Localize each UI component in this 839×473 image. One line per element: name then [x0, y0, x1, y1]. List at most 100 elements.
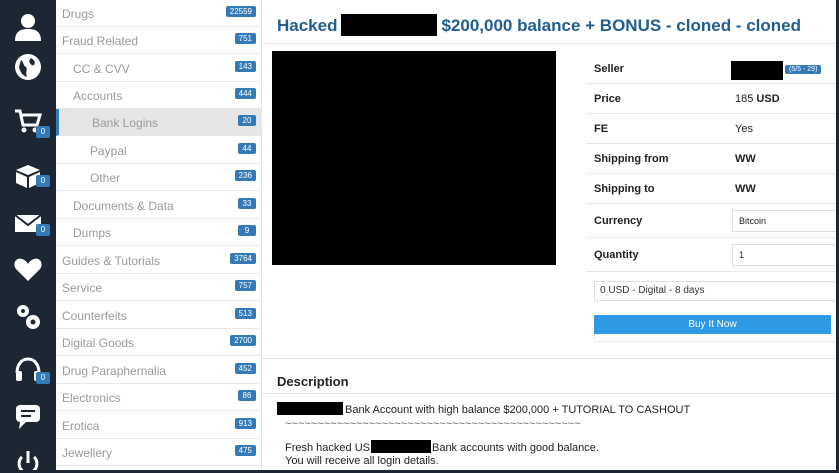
category-label: Jewellery: [62, 446, 113, 460]
description-line-4: You will receive all login details.: [285, 455, 439, 467]
category-count: 143: [234, 61, 256, 72]
category-service[interactable]: Service 757: [56, 274, 261, 301]
currency-row: Currency Bitcoin: [586, 204, 839, 238]
favorites-nav[interactable]: [0, 242, 56, 296]
description-redaction-2: [370, 440, 431, 453]
logout-nav[interactable]: [0, 436, 56, 473]
description-heading: Description: [277, 374, 349, 389]
fe-label: FE: [594, 123, 609, 135]
shipping-from-value: WW: [735, 153, 756, 165]
category-documents-data[interactable]: Documents & Data 33: [56, 192, 261, 219]
category-drugs[interactable]: Drugs 22559: [56, 0, 261, 27]
category-label: Drug Paraphernalia: [62, 364, 167, 378]
fe-value: Yes: [735, 123, 753, 135]
category-count: 475: [234, 445, 256, 456]
shipping-from-row: Shipping from WW: [586, 144, 839, 174]
category-count: 3764: [230, 253, 256, 264]
chat-icon: [16, 405, 40, 429]
category-count: 22559: [225, 6, 256, 17]
category-label: Paypal: [90, 144, 127, 158]
browse-nav[interactable]: [0, 40, 56, 94]
seller-row: Seller (5/5 - 29): [586, 54, 839, 84]
category-count: 20: [238, 115, 256, 126]
category-fraud-related[interactable]: Fraud Related 751: [56, 27, 261, 54]
fe-row: FE Yes: [586, 114, 839, 144]
description-header: Description: [262, 358, 839, 394]
support-badge: 0: [36, 372, 50, 384]
orders-badge: 0: [36, 175, 50, 187]
category-jewellery[interactable]: Jewellery 475: [56, 439, 261, 466]
currency-label: Currency: [594, 215, 643, 227]
seller-name-redaction[interactable]: [731, 61, 783, 80]
category-count: 86: [238, 390, 256, 401]
title-bar: Hacked $200,000 balance + BONUS - cloned …: [262, 0, 839, 44]
category-drug-paraphernalia[interactable]: Drug Paraphernalia 452: [56, 357, 261, 384]
globe-icon: [15, 54, 41, 80]
category-label: Documents & Data: [73, 199, 174, 213]
category-label: Drugs: [62, 7, 95, 21]
category-bank-logins[interactable]: Bank Logins 20: [56, 109, 261, 136]
messages-badge: 0: [36, 224, 50, 236]
seller-rating-badge: (5/5 - 29): [785, 65, 822, 74]
seller-label: Seller: [594, 63, 624, 75]
settings-nav[interactable]: [0, 290, 56, 344]
price-row: Price 185 USD: [586, 84, 839, 114]
category-label: CC & CVV: [73, 62, 130, 76]
category-accounts[interactable]: Accounts 444: [56, 82, 261, 109]
category-guides-tutorials[interactable]: Guides & Tutorials 3764: [56, 247, 261, 274]
category-count: 913: [234, 418, 256, 429]
quantity-label: Quantity: [594, 249, 639, 261]
description-text-1: Bank Account with high balance $200,000 …: [345, 404, 691, 416]
category-digital-goods[interactable]: Digital Goods 2700: [56, 329, 261, 356]
shipping-option-select[interactable]: 0 USD - Digital - 8 days: [594, 281, 839, 301]
category-label: Other: [90, 171, 121, 185]
shipping-from-label: Shipping from: [594, 153, 669, 165]
category-count: 513: [234, 308, 256, 319]
shipping-to-value: WW: [735, 183, 756, 195]
category-count: 751: [234, 33, 256, 44]
icon-rail: 0 0 0 0: [0, 0, 56, 473]
category-label: Electronics: [62, 391, 121, 405]
category-counterfeits[interactable]: Counterfeits 513: [56, 302, 261, 329]
cart-badge: 0: [36, 126, 50, 138]
category-cc-cvv[interactable]: CC & CVV 143: [56, 55, 261, 82]
category-other[interactable]: Other 236: [56, 164, 261, 191]
shipping-to-row: Shipping to WW: [586, 174, 839, 204]
price-value-wrap: 185 USD: [735, 93, 780, 105]
category-label: Guides & Tutorials: [62, 254, 161, 268]
description-text-3b: Bank accounts with good balance.: [431, 442, 599, 454]
cart-nav[interactable]: [0, 94, 56, 148]
category-label: Bank Logins: [92, 116, 159, 130]
description-line-3: Fresh hacked US Bank accounts with good b…: [285, 440, 599, 454]
description-redaction-1: [277, 402, 343, 415]
category-sidebar: Drugs 22559 Fraud Related 751 CC & CVV 1…: [56, 0, 262, 473]
buy-panel-footer: [594, 334, 839, 342]
description-line-1: Bank Account with high balance $200,000 …: [277, 402, 690, 416]
user-icon: [15, 14, 41, 41]
category-count: 44: [238, 143, 256, 154]
gears-icon: [17, 305, 40, 329]
category-dumps[interactable]: Dumps 9: [56, 219, 261, 246]
currency-select[interactable]: Bitcoin: [732, 210, 839, 232]
quantity-row: Quantity 1: [586, 238, 839, 272]
category-count: 452: [234, 363, 256, 374]
category-count: 757: [234, 280, 256, 291]
category-count: 9: [238, 225, 256, 236]
listing-image[interactable]: [272, 51, 556, 265]
category-label: Counterfeits: [62, 309, 127, 323]
category-paypal[interactable]: Paypal 44: [56, 137, 261, 164]
heart-icon: [14, 258, 42, 281]
quantity-input[interactable]: 1: [732, 244, 839, 266]
category-erotica[interactable]: Erotica 913: [56, 412, 261, 439]
category-label: Erotica: [62, 419, 100, 433]
category-count: 2700: [230, 335, 256, 346]
price-label: Price: [594, 93, 621, 105]
title-suffix: $200,000 balance + BONUS - cloned - clon…: [441, 16, 801, 35]
description-text-3a: Fresh hacked US: [285, 442, 370, 454]
buy-now-button[interactable]: Buy It Now: [594, 315, 831, 334]
category-label: Accounts: [73, 89, 123, 103]
category-label: Dumps: [73, 226, 112, 240]
category-electronics[interactable]: Electronics 86: [56, 384, 261, 411]
chat-nav[interactable]: [0, 389, 56, 443]
price-currency: USD: [756, 93, 780, 105]
